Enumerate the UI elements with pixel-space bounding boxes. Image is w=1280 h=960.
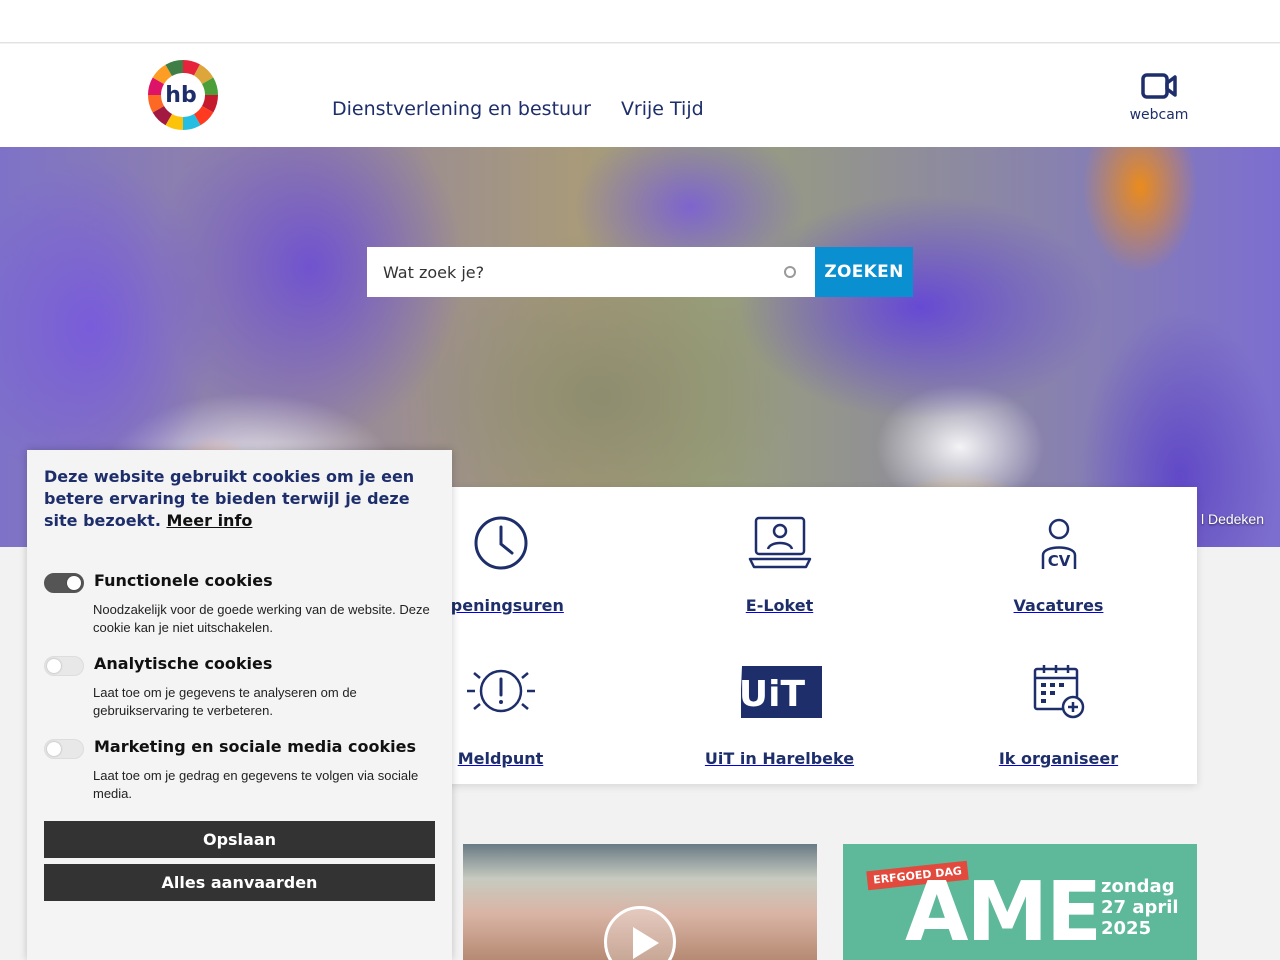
date-line: zondag	[1101, 876, 1175, 897]
cookie-option-desc: Laat toe om je gedrag en gegevens te vol…	[93, 768, 419, 801]
quicklink-e-loket[interactable]: E-Loket	[640, 515, 919, 615]
person-cv-icon: CV	[1041, 518, 1076, 570]
site-header: hb Dienstverlening en bestuur Vrije Tijd…	[0, 44, 1280, 147]
cookie-option-desc: Noodzakelijk voor de goede werking van d…	[93, 602, 430, 635]
nav-dienstverlening[interactable]: Dienstverlening en bestuur	[332, 98, 591, 120]
quicklink-label: Vacatures	[1013, 596, 1104, 615]
cookie-option-title: Marketing en sociale media cookies	[94, 737, 417, 756]
erfgoeddag-title: AME	[905, 865, 1102, 960]
news-card-video[interactable]	[463, 844, 817, 960]
cookie-banner: Deze website gebruikt cookies om je een …	[27, 450, 452, 960]
quicklink-label: Ik organiseer	[998, 749, 1119, 768]
quicklink-uit[interactable]: UiT UiT in Harelbeke	[640, 663, 919, 768]
cookie-intro: Deze website gebruikt cookies om je een …	[44, 466, 435, 532]
main-nav: Dienstverlening en bestuur Vrije Tijd	[332, 98, 704, 120]
site-logo[interactable]: hb	[146, 58, 220, 132]
quicklink-ik-organiseer[interactable]: Ik organiseer	[919, 663, 1198, 768]
functional-cookies-toggle[interactable]	[44, 573, 84, 593]
search-form: ZOEKEN	[367, 247, 913, 297]
top-bar	[0, 0, 1280, 43]
alert-icon	[466, 669, 535, 713]
cookie-option-title: Analytische cookies	[94, 654, 273, 673]
photo-credit: l Dedeken	[1200, 511, 1264, 527]
save-button[interactable]: Opslaan	[44, 821, 435, 858]
svg-text:CV: CV	[1047, 552, 1070, 570]
search-input[interactable]	[367, 247, 815, 297]
news-card-erfgoeddag[interactable]: ERFGOED DAG AME zondag 27 april 2025	[843, 844, 1197, 960]
clock-icon	[474, 516, 527, 570]
quick-links-panel: Openingsuren E-Loket CV Vacatures Meldpu…	[361, 487, 1197, 784]
date-line: 2025	[1101, 918, 1152, 939]
webcam-link[interactable]: webcam	[1128, 72, 1190, 123]
laptop-user-icon	[748, 516, 811, 569]
play-icon[interactable]	[604, 906, 676, 960]
quicklink-label: E-Loket	[745, 596, 814, 615]
erfgoeddag-date: zondag 27 april 2025	[1101, 876, 1179, 939]
calendar-plus-icon	[1033, 665, 1084, 719]
svg-text:hb: hb	[165, 83, 196, 108]
accept-all-button[interactable]: Alles aanvaarden	[44, 864, 435, 901]
search-button[interactable]: ZOEKEN	[815, 247, 913, 297]
more-info-link[interactable]: Meer info	[166, 511, 252, 530]
marketing-cookies-toggle[interactable]	[44, 739, 84, 759]
nav-vrije-tijd[interactable]: Vrije Tijd	[621, 98, 704, 120]
date-line: 27 april	[1101, 897, 1179, 918]
logo-icon: hb	[148, 60, 218, 130]
cookie-option-desc: Laat toe om je gegevens te analyseren om…	[93, 685, 357, 718]
loading-spinner-icon	[784, 266, 796, 278]
cookie-option-title: Functionele cookies	[94, 571, 273, 590]
svg-text:UiT: UiT	[738, 674, 805, 715]
uit-logo-icon: UiT	[735, 663, 822, 718]
quicklink-label: UiT in Harelbeke	[704, 749, 855, 768]
quicklink-vacatures[interactable]: CV Vacatures	[919, 515, 1198, 615]
video-camera-icon	[1141, 73, 1177, 99]
webcam-label: webcam	[1129, 107, 1189, 123]
analytics-cookies-toggle[interactable]	[44, 656, 84, 676]
